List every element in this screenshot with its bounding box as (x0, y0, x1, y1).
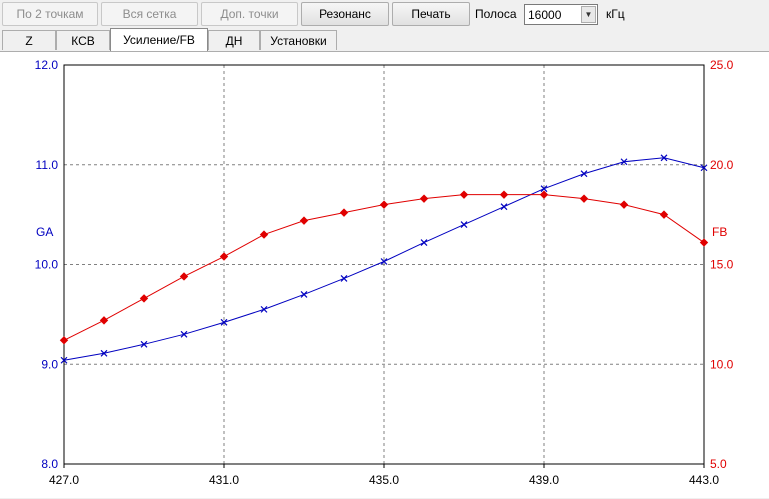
y-right-tick-label: 10.0 (710, 357, 734, 371)
data-point-fb (59, 336, 69, 345)
x-tick-label: 427.0 (49, 473, 79, 487)
data-point-ga (180, 330, 188, 338)
tab-gain-fb[interactable]: Усиление/FB (110, 28, 208, 51)
y-left-tick-label: 10.0 (35, 258, 59, 272)
x-tick-label: 439.0 (529, 473, 559, 487)
y-right-tick-label: 5.0 (710, 457, 727, 471)
data-point-fb (99, 316, 109, 325)
data-point-fb (139, 294, 149, 303)
data-point-ga (460, 221, 468, 229)
data-point-fb (299, 216, 309, 225)
data-point-fb (499, 190, 509, 199)
chart-panel: 427.0 431.0 435.0 439.0 443.0 8.0 9.0 10.0 11.0 1… (0, 51, 769, 498)
x-tick-label: 431.0 (209, 473, 239, 487)
data-point-fb (579, 194, 589, 203)
data-point-fb (619, 200, 629, 209)
x-tick-label: 435.0 (369, 473, 399, 487)
y-left-tick-label: 12.0 (35, 58, 59, 72)
data-point-fb (659, 210, 669, 219)
data-point-fb (699, 238, 709, 247)
data-point-ga (500, 203, 508, 211)
x-tick-label: 443.0 (689, 473, 719, 487)
y-left-tick-label: 11.0 (36, 158, 59, 172)
data-point-fb (419, 194, 429, 203)
y-left-tick-label: 9.0 (41, 357, 58, 371)
y-left-axis-label: GA (36, 225, 53, 239)
data-point-ga (580, 170, 588, 178)
data-point-fb (379, 200, 389, 209)
data-point-fb (219, 252, 229, 261)
data-point-ga (420, 239, 428, 246)
data-point-ga (340, 275, 348, 282)
data-point-ga (300, 291, 308, 298)
data-point-fb (259, 230, 269, 239)
y-right-tick-label: 15.0 (710, 258, 734, 272)
data-point-fb (459, 190, 469, 199)
gain-fb-chart: 427.0 431.0 435.0 439.0 443.0 8.0 9.0 10.0 11.0 1… (35, 58, 734, 487)
y-right-tick-label: 20.0 (710, 158, 734, 172)
data-point-fb (339, 208, 349, 217)
data-point-fb (179, 272, 189, 281)
y-right-axis-label: FB (712, 225, 727, 239)
y-left-tick-label: 8.0 (41, 457, 58, 471)
y-right-tick-label: 25.0 (710, 58, 734, 72)
data-point-ga (260, 305, 268, 313)
data-point-fb (539, 190, 549, 199)
